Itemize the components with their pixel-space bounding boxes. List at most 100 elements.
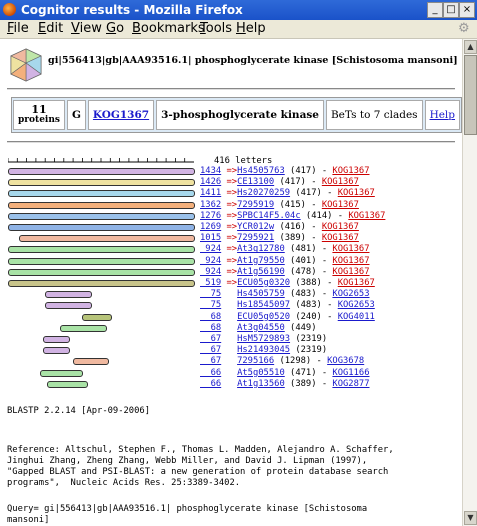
alignment-bar [8, 246, 196, 254]
hit-score-link[interactable]: 75 [200, 300, 222, 310]
kog-link[interactable]: KOG1367 [93, 109, 149, 121]
hit-score-link[interactable]: 67 [200, 345, 222, 355]
hit-protein-link[interactable]: At1g13560 [237, 379, 285, 389]
menu-edit[interactable]: Edit [38, 21, 63, 36]
hit-protein-link[interactable]: Hs20270259 [237, 188, 290, 198]
hit-length: (483) [284, 289, 317, 300]
hit-score-link[interactable]: 67 [200, 334, 222, 344]
hit-protein-link[interactable]: YCR012w [237, 222, 274, 232]
hit-protein-link[interactable]: At3g04550 [237, 323, 285, 333]
hit-score-link[interactable]: 1015 [200, 233, 221, 243]
hit-score-link[interactable]: 519 [200, 278, 221, 288]
hit-row: 1362 =>7295919 (415) - KOG1367 [0, 200, 462, 211]
hit-protein-link[interactable]: 7295921 [237, 233, 274, 243]
hit-kog-link[interactable]: KOG2877 [332, 379, 369, 389]
hit-score-link[interactable]: 1269 [200, 222, 221, 232]
help-link[interactable]: Help [430, 109, 455, 121]
hit-kog-link[interactable]: KOG2653 [332, 289, 369, 299]
hit-row: 67 Hs21493045 (2319) [0, 345, 462, 356]
hit-score-link[interactable]: 66 [200, 379, 222, 389]
close-button[interactable]: × [459, 2, 475, 18]
arrow-icon: => [221, 244, 238, 255]
maximize-button[interactable]: □ [443, 2, 459, 18]
hit-protein-link[interactable]: SPBC14F5.04c [237, 211, 301, 221]
menu-bookmarks[interactable]: Bookmarks [132, 21, 205, 36]
hit-score-link[interactable]: 75 [200, 289, 222, 299]
menu-view[interactable]: View [71, 21, 102, 36]
hit-separator: - [321, 300, 338, 311]
hit-text: 1269 =>YCR012w (416) - KOG1367 [200, 222, 359, 232]
menu-go[interactable]: Go [106, 21, 124, 36]
scroll-thumb[interactable] [464, 55, 477, 135]
window-title: Cognitor results - Mozilla Firefox [21, 3, 243, 17]
arrow-icon: => [221, 222, 238, 232]
hit-score-link[interactable]: 66 [200, 368, 222, 378]
arrow-icon [221, 323, 237, 333]
hit-score-link[interactable]: 67 [200, 356, 222, 366]
firefox-icon [3, 3, 16, 16]
hit-text: 924 =>At3g12780 (481) - KOG1367 [200, 244, 369, 255]
menu-file[interactable]: File [7, 21, 29, 36]
hit-protein-link[interactable]: CE13100 [237, 177, 274, 187]
hit-score-link[interactable]: 924 [200, 244, 221, 254]
summary-table: 11 proteins G KOG1367 3-phosphoglycerate… [11, 97, 462, 133]
hit-kog-link[interactable]: KOG2653 [338, 300, 375, 310]
hit-score-link[interactable]: 924 [200, 267, 221, 277]
hit-kog-link[interactable]: KOG1367 [322, 222, 359, 232]
hit-text: 75 Hs18545097 (483) - KOG2653 [200, 300, 375, 310]
hit-score-link[interactable]: 1411 [200, 188, 221, 198]
hit-text: 924 =>At1g56190 (478) - KOG1367 [200, 267, 369, 277]
hit-score-link[interactable]: 924 [200, 256, 221, 266]
hit-score-link[interactable]: 68 [200, 323, 222, 333]
hit-score-link[interactable]: 1426 [200, 177, 221, 187]
arrow-icon [221, 312, 237, 322]
hit-score-link[interactable]: 1362 [200, 200, 221, 210]
hit-score-link[interactable]: 1434 [200, 166, 221, 176]
hit-row: 519 =>ECU05g0320 (388) - KOG1367 [0, 278, 462, 289]
hit-protein-link[interactable]: At3g12780 [237, 244, 285, 254]
arrow-icon: => [221, 188, 238, 199]
hit-text: 75 Hs4505759 (483) - KOG2653 [200, 289, 370, 299]
alignment-bar [8, 280, 196, 287]
hit-protein-link[interactable]: At5g05510 [237, 368, 285, 378]
hit-kog-link[interactable]: KOG1367 [338, 188, 375, 198]
hit-protein-link[interactable]: ECU05g0320 [237, 278, 290, 288]
hit-kog-link[interactable]: KOG1367 [322, 177, 359, 187]
hit-protein-link[interactable]: Hs4505763 [237, 166, 285, 176]
hit-kog-link[interactable]: KOG1367 [332, 256, 369, 266]
hit-kog-link[interactable]: KOG1367 [322, 200, 359, 210]
hit-protein-link[interactable]: Hs18545097 [237, 300, 290, 310]
hit-kog-link[interactable]: KOG1367 [338, 278, 375, 288]
hit-kog-link[interactable]: KOG1367 [348, 211, 385, 221]
hit-kog-link[interactable]: KOG4011 [338, 312, 375, 322]
hit-protein-link[interactable]: At1g56190 [237, 267, 285, 277]
menu-tools[interactable]: Tools [200, 21, 232, 36]
hit-row: 67 7295166 (1298) - KOG3678 [0, 356, 462, 367]
hit-protein-link[interactable]: HsM5729893 [237, 334, 290, 344]
scroll-up-icon[interactable]: ▲ [464, 40, 477, 54]
hit-score-link[interactable]: 1276 [200, 211, 221, 221]
hit-kog-link[interactable]: KOG1166 [332, 368, 369, 378]
reference-text: Reference: Altschul, Stephen F., Thomas … [7, 445, 394, 488]
minimize-button[interactable]: _ [427, 2, 443, 18]
hit-row: 68 At3g04550 (449) [0, 323, 462, 334]
hit-separator: - [316, 244, 333, 255]
hit-kog-link[interactable]: KOG1367 [322, 233, 359, 243]
hit-kog-link[interactable]: KOG1367 [332, 166, 369, 176]
hit-protein-link[interactable]: At1g79550 [237, 256, 285, 266]
hit-protein-link[interactable]: 7295919 [237, 200, 274, 210]
vertical-scrollbar[interactable]: ▲ ▼ [462, 39, 477, 526]
kog-cell: KOG1367 [87, 100, 155, 130]
kog-name: 3-phosphoglycerate kinase [156, 100, 324, 130]
hit-protein-link[interactable]: 7295166 [237, 356, 274, 366]
hit-kog-link[interactable]: KOG1367 [332, 244, 369, 254]
hit-protein-link[interactable]: ECU05g0520 [237, 312, 290, 322]
hit-kog-link[interactable]: KOG1367 [332, 267, 369, 277]
hit-kog-link[interactable]: KOG3678 [327, 356, 364, 366]
hit-protein-link[interactable]: Hs4505759 [237, 289, 285, 299]
menu-help[interactable]: Help [236, 21, 266, 36]
alignment-bar [82, 313, 113, 321]
hit-score-link[interactable]: 68 [200, 312, 222, 322]
hit-protein-link[interactable]: Hs21493045 [237, 345, 290, 355]
scroll-down-icon[interactable]: ▼ [464, 511, 477, 525]
